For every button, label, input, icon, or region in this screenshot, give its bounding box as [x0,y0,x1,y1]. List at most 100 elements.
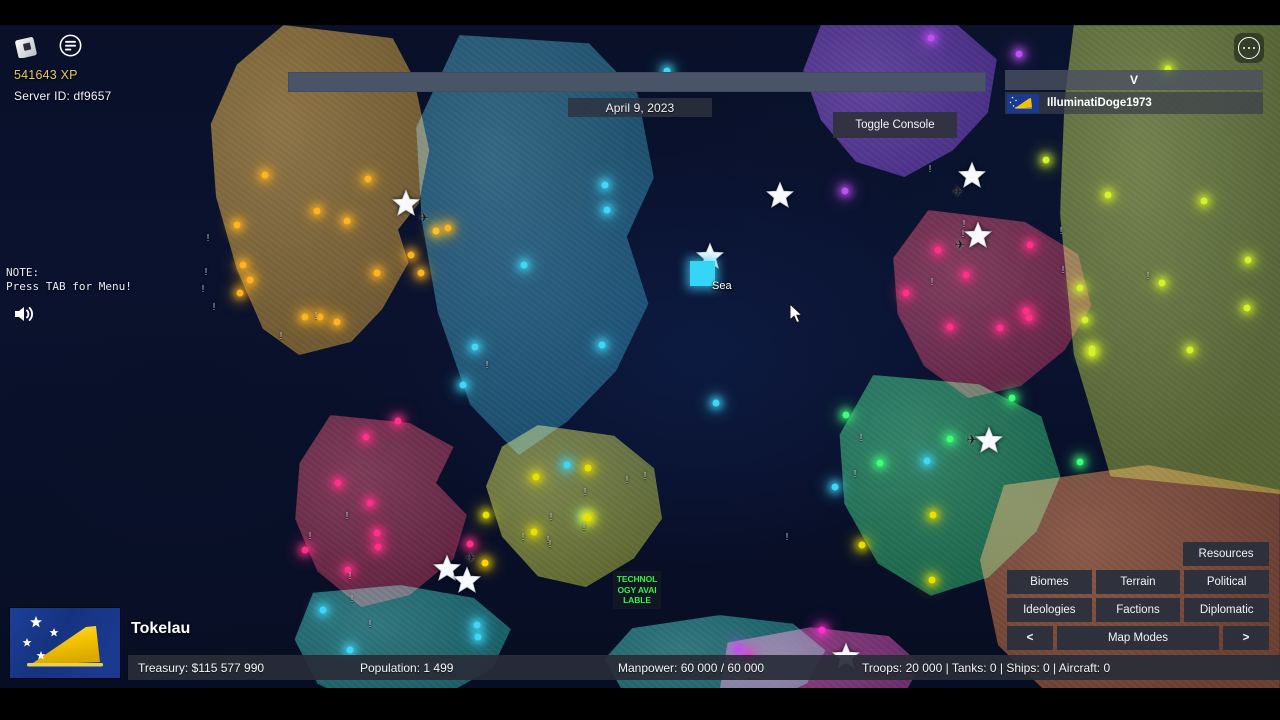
alert-marker-icon[interactable]: ! [549,540,552,550]
unit-star-marker-icon[interactable] [765,181,795,215]
city-dot[interactable] [1008,394,1016,402]
city-dot[interactable] [584,464,592,472]
city-dot[interactable] [532,473,540,481]
alert-marker-icon[interactable]: ! [202,285,205,295]
alert-marker-icon[interactable]: ! [1060,227,1063,237]
player-list-panel[interactable]: V IlluminatiDoge1973 [1005,70,1263,114]
city-dot[interactable] [934,246,942,254]
alert-marker-icon[interactable]: ! [786,533,789,543]
city-dot[interactable] [818,626,826,634]
city-dot[interactable] [928,576,936,584]
city-dot[interactable] [444,224,452,232]
map-mode-terrain-button[interactable]: Terrain [1095,570,1181,594]
city-dot[interactable] [1025,314,1033,322]
city-dot[interactable] [343,217,351,225]
city-dot[interactable] [473,621,481,629]
city-dot[interactable] [233,221,241,229]
city-dot[interactable] [407,251,415,259]
toggle-console-button[interactable]: Toggle Console [833,112,957,138]
aircraft-marker-icon[interactable]: ✈ [466,550,477,566]
alert-marker-icon[interactable]: ! [280,332,283,342]
unit-star-marker-icon[interactable] [452,566,482,600]
city-dot[interactable] [1042,156,1050,164]
city-dot[interactable] [333,318,341,326]
city-dot[interactable] [929,511,937,519]
city-dot[interactable] [1076,284,1084,292]
map-mode-political-button[interactable]: Political [1184,570,1270,594]
city-dot[interactable] [1081,316,1089,324]
city-dot[interactable] [261,171,269,179]
unit-star-marker-icon[interactable] [391,189,421,223]
map-mode-ideologies-button[interactable]: Ideologies [1007,598,1092,622]
alert-marker-icon[interactable]: ! [626,476,629,486]
chat-icon[interactable] [57,32,84,59]
city-dot[interactable] [319,606,327,614]
alert-marker-icon[interactable]: ! [351,595,354,605]
technology-available-notification[interactable]: TECHNOLOGY AVAILABLE [613,571,661,609]
city-dot[interactable] [362,433,370,441]
city-dot[interactable] [481,559,489,567]
speaker-icon[interactable] [12,302,36,331]
city-dot[interactable] [584,514,592,522]
alert-marker-icon[interactable]: ! [854,470,857,480]
alert-marker-icon[interactable]: ! [315,312,318,322]
city-dot[interactable] [927,34,935,42]
city-dot[interactable] [1076,458,1084,466]
unit-star-marker-icon[interactable] [957,161,987,195]
city-dot[interactable] [563,461,571,469]
unit-star-marker-icon[interactable] [974,426,1004,460]
roblox-logo-icon[interactable] [14,32,41,59]
city-dot[interactable] [459,381,467,389]
city-dot[interactable] [520,261,528,269]
map-modes-panel[interactable]: Resources Biomes Terrain Political Ideol… [1007,542,1270,654]
alert-marker-icon[interactable]: ! [522,533,525,543]
city-dot[interactable] [346,646,354,654]
city-dot[interactable] [313,207,321,215]
city-dot[interactable] [996,324,1004,332]
alert-marker-icon[interactable]: ! [584,488,587,498]
city-dot[interactable] [417,269,425,277]
city-dot[interactable] [1200,197,1208,205]
city-dot[interactable] [923,457,931,465]
city-dot[interactable] [374,543,382,551]
map-mode-biomes-button[interactable]: Biomes [1007,570,1092,594]
alert-marker-icon[interactable]: ! [644,472,647,482]
more-options-icon[interactable] [1234,33,1264,63]
city-dot[interactable] [946,435,954,443]
city-dot[interactable] [474,633,482,641]
city-dot[interactable] [334,479,342,487]
alert-marker-icon[interactable]: ! [583,523,586,533]
city-dot[interactable] [831,483,839,491]
alert-marker-icon[interactable]: ! [205,268,208,278]
city-dot[interactable] [246,276,254,284]
alert-marker-icon[interactable]: ! [550,513,553,523]
city-dot[interactable] [1015,50,1023,58]
city-dot[interactable] [394,417,402,425]
map-modes-prev-button[interactable]: < [1007,626,1053,650]
city-dot[interactable] [842,411,850,419]
player-list-toggle[interactable]: V [1005,70,1263,90]
alert-marker-icon[interactable]: ! [207,234,210,244]
city-dot[interactable] [1026,241,1034,249]
city-dot[interactable] [482,511,490,519]
city-dot[interactable] [1186,346,1194,354]
city-dot[interactable] [1022,307,1030,315]
map-modes-title-button[interactable]: Map Modes [1057,626,1219,650]
alert-marker-icon[interactable]: ! [346,512,349,522]
city-dot[interactable] [366,499,374,507]
city-dot[interactable] [236,289,244,297]
map-modes-next-button[interactable]: > [1223,626,1269,650]
city-dot[interactable] [373,269,381,277]
city-dot[interactable] [946,323,954,331]
city-dot[interactable] [466,540,474,548]
city-dot[interactable] [1243,304,1251,312]
alert-marker-icon[interactable]: ! [931,278,934,288]
alert-marker-icon[interactable]: ! [309,532,312,542]
aircraft-marker-icon[interactable]: ✈ [419,210,430,226]
city-dot[interactable] [734,645,742,653]
player-list-item[interactable]: IlluminatiDoge1973 [1005,92,1263,114]
city-dot[interactable] [598,341,606,349]
city-dot[interactable] [301,546,309,554]
city-dot[interactable] [471,343,479,351]
city-dot[interactable] [1158,279,1166,287]
